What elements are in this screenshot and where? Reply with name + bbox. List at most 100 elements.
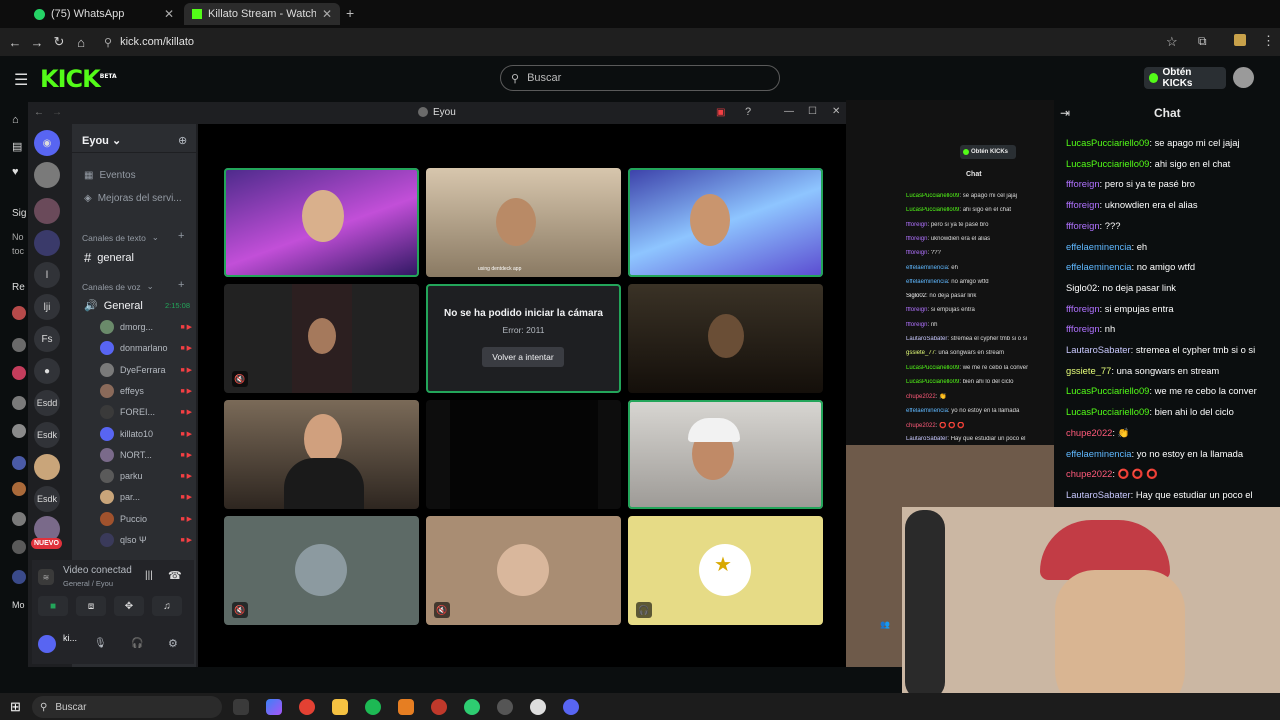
chat-username[interactable]: chupe2022 [1066,427,1112,438]
sidebar-item-events[interactable]: ▦ Eventos [84,170,136,181]
voice-channels-category[interactable]: Canales de voz ⌄ [82,281,154,292]
forward-icon[interactable]: → [26,31,48,53]
channel-avatar[interactable] [12,338,26,352]
app-icon[interactable] [464,699,480,715]
apple-server-icon[interactable]: ● [34,358,60,384]
channel-avatar[interactable] [12,396,26,410]
chat-username[interactable]: LucasPucciariello09 [1066,158,1149,169]
chat-username[interactable]: Siglo02 [1066,282,1097,293]
voice-user[interactable]: DyeFerrara ■ ▶ [100,362,192,377]
app-icon[interactable] [497,699,513,715]
screen-share-button[interactable]: ⧈ [76,596,106,616]
forward-icon[interactable]: → [52,107,62,118]
close-tab-icon[interactable]: ✕ [164,7,174,21]
headset-icon[interactable]: 🎧 [131,638,143,649]
taskbar-search-input[interactable]: ⚲ Buscar [32,696,222,718]
server-icon[interactable] [34,162,60,188]
chat-username[interactable]: effelaeminencia [1066,241,1132,252]
video-tile[interactable] [224,168,419,277]
text-channel-general[interactable]: # general [84,250,134,265]
video-tile[interactable] [628,400,823,509]
server-icon[interactable] [34,230,60,256]
hamburger-menu-icon[interactable]: ☰ [14,70,28,90]
windows-start-icon[interactable]: ⊞ [10,699,21,715]
spotify-icon[interactable] [365,699,381,715]
chat-username[interactable]: effelaeminencia [1066,261,1132,272]
server-name[interactable]: Eyou ⌄ [82,134,121,147]
following-rail-icon[interactable]: ♥ [12,166,19,178]
voice-user[interactable]: effeys ■ ▶ [100,383,192,398]
extension-icon[interactable] [1234,34,1246,46]
video-tile[interactable]: 🔇 [224,284,419,393]
obtain-kicks-button[interactable]: Obtén KICKs [1144,67,1226,89]
chat-username[interactable]: ffforeign [1066,199,1100,210]
user-avatar[interactable] [38,635,56,653]
text-channels-category[interactable]: Canales de texto ⌄ [82,232,159,243]
voice-user[interactable]: parku ■ ▶ [100,469,192,484]
chat-username[interactable]: ffforeign [1066,303,1100,314]
avatar-tile[interactable]: ★ 🎧 [628,516,823,625]
back-icon[interactable]: ← [4,31,26,53]
voice-user[interactable]: killato10 ■ ▶ [100,426,192,441]
kick-logo[interactable]: KICKBETA [40,65,117,93]
voice-channel-general[interactable]: 🔊 General 2:15:08 [84,299,190,313]
url-field[interactable]: ⚲ kick.com/killato [104,33,1164,51]
chat-username[interactable]: gssiete_77 [1066,365,1111,376]
server-icon[interactable]: l [34,262,60,288]
home-icon[interactable]: ⌂ [70,31,92,53]
channel-avatar[interactable] [12,456,26,470]
server-icon[interactable]: lji [34,294,60,320]
chat-username[interactable]: LautaroSabater [1066,344,1131,355]
task-view-icon[interactable] [233,699,249,715]
noise-suppression-icon[interactable]: ||| [145,570,153,581]
chat-username[interactable]: ffforeign [1066,323,1100,334]
video-tile[interactable] [426,400,621,509]
inbox-icon[interactable]: ▣ [716,107,725,118]
video-tile[interactable] [628,168,823,277]
file-explorer-icon[interactable] [332,699,348,715]
settings-gear-icon[interactable]: ⚙ [168,637,178,650]
discord-home-icon[interactable]: ◉ [34,130,60,156]
voice-user[interactable]: dmorg... ■ ▶ [100,320,192,334]
activities-button[interactable]: ✥ [114,596,144,616]
voice-user[interactable]: qlso Ψ ■ ▶ [100,533,192,547]
invite-people-icon[interactable]: ⊕ [178,134,187,147]
chat-username[interactable]: LautaroSabater [1066,489,1131,500]
new-tab-button[interactable]: + [346,5,354,21]
channel-avatar[interactable] [12,570,26,584]
add-channel-icon[interactable]: + [178,230,184,242]
voice-user[interactable]: NORT... ■ ▶ [100,447,192,462]
reload-icon[interactable]: ↻ [48,31,70,53]
microphone-icon[interactable]: 🎙 [94,638,107,649]
server-icon[interactable]: Esdd [34,390,60,416]
server-icon[interactable] [34,198,60,224]
chat-username[interactable]: ffforeign [1066,178,1100,189]
voice-user[interactable]: FOREI... ■ ▶ [100,405,192,420]
disconnect-icon[interactable]: ☎ [168,569,182,582]
minimize-icon[interactable]: — [784,106,794,117]
obs-icon[interactable] [530,699,546,715]
avatar-tile[interactable]: 🔇 [426,516,621,625]
tab-killato-stream[interactable]: Killato Stream - Watch Live on ✕ [184,3,340,25]
add-channel-icon[interactable]: + [178,279,184,291]
sidebar-item-boosts[interactable]: ◈ Mejoras del servi... [84,193,182,204]
voice-user[interactable]: donmarlano ■ ▶ [100,341,192,356]
user-avatar[interactable] [1233,67,1254,88]
signal-icon[interactable]: ≋ [38,569,54,585]
browse-rail-icon[interactable]: ▤ [12,140,22,153]
channel-avatar[interactable] [12,424,26,438]
voice-user[interactable]: Puccio ■ ▶ [100,511,192,526]
chat-username[interactable]: chupe2022 [1066,468,1112,479]
home-rail-icon[interactable]: ⌂ [12,114,19,126]
channel-avatar[interactable] [12,482,26,496]
video-tile[interactable] [628,284,823,393]
chat-username[interactable]: LucasPucciariello09 [1066,137,1149,148]
chat-username[interactable]: LucasPucciariello09 [1066,406,1149,417]
server-icon[interactable] [34,454,60,480]
maximize-icon[interactable]: ☐ [808,106,817,117]
kick-search-input[interactable]: ⚲ Buscar [500,65,780,91]
back-icon[interactable]: ← [34,107,44,118]
soundboard-button[interactable]: ♫ [152,596,182,616]
voice-user[interactable]: par... ■ ▶ [100,490,192,505]
chat-username[interactable]: LucasPucciariello09 [1066,385,1149,396]
